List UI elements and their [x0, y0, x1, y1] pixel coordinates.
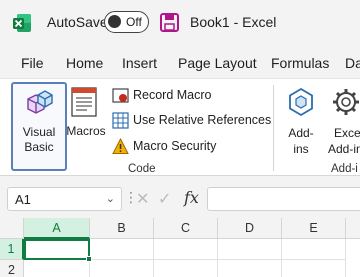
visual-basic-icon	[27, 90, 53, 114]
visual-basic-label-line2: Basic	[24, 140, 54, 154]
cell[interactable]	[154, 239, 218, 260]
toggle-knob	[108, 15, 121, 28]
formula-buttons: ✕ ✓ fx	[131, 187, 205, 211]
column-header-e[interactable]: E	[282, 218, 346, 239]
worksheet-grid: A B C D E 1 2	[0, 218, 360, 277]
macros-label: Macros	[66, 124, 106, 138]
column-header-d[interactable]: D	[218, 218, 282, 239]
autosave-state: Off	[126, 15, 142, 29]
tab-page-layout[interactable]: Page Layout	[178, 55, 257, 71]
record-macro-label: Record Macro	[133, 88, 212, 102]
warning-icon	[112, 138, 129, 154]
ribbon: Visual Basic Macros Record Macro Use Rel…	[0, 78, 360, 176]
name-box-value: A1	[15, 192, 31, 207]
record-macro-icon	[112, 88, 129, 103]
chevron-down-icon[interactable]: ⌄	[106, 192, 115, 205]
cell[interactable]	[218, 260, 282, 277]
cell[interactable]	[282, 239, 346, 260]
cell[interactable]	[154, 260, 218, 277]
excel-add-ins-label-line2: Add-in	[328, 142, 360, 156]
check-icon[interactable]: ✓	[158, 189, 171, 209]
title-bar: AutoSave Off Book1 - Excel	[0, 0, 360, 46]
ribbon-group-divider	[273, 85, 274, 171]
cell[interactable]	[90, 260, 154, 277]
save-icon[interactable]	[160, 13, 179, 32]
macro-security-label: Macro Security	[133, 139, 217, 153]
add-ins-icon	[289, 87, 313, 117]
formula-bar: A1 ⌄ ⋮ ✕ ✓ fx	[0, 177, 360, 218]
name-box[interactable]: A1 ⌄	[7, 187, 122, 211]
visual-basic-button[interactable]: Visual Basic	[11, 82, 67, 171]
excel-add-ins-label-line1: Exce	[334, 126, 360, 140]
cell[interactable]	[90, 239, 154, 260]
tab-home[interactable]: Home	[66, 55, 103, 71]
formula-input[interactable]	[207, 187, 360, 211]
add-ins-button[interactable]: Add- ins	[283, 85, 321, 156]
column-header-a[interactable]: A	[24, 218, 90, 239]
column-header-f[interactable]	[346, 218, 360, 239]
excel-logo-icon	[13, 14, 31, 32]
relative-references-label: Use Relative References	[133, 113, 272, 127]
autosave-label: AutoSave	[47, 14, 108, 30]
column-header-c[interactable]: C	[154, 218, 218, 239]
macros-icon	[71, 87, 97, 117]
code-group-label: Code	[128, 163, 156, 175]
fill-handle[interactable]	[86, 256, 92, 262]
row-header-1[interactable]: 1	[0, 239, 24, 260]
record-macro-button[interactable]: Record Macro	[112, 86, 262, 106]
gear-icon	[333, 89, 359, 115]
select-all-corner[interactable]	[0, 218, 24, 239]
tab-insert[interactable]: Insert	[122, 55, 157, 71]
tab-file[interactable]: File	[21, 55, 44, 71]
relative-references-icon	[112, 112, 129, 129]
insert-function-button[interactable]: fx	[184, 188, 199, 207]
add-ins-label-line2: ins	[293, 142, 309, 156]
cell[interactable]	[282, 260, 346, 277]
column-header-b[interactable]: B	[90, 218, 154, 239]
visual-basic-label-line1: Visual	[22, 125, 56, 139]
excel-add-ins-button[interactable]: Exce Add-in	[326, 85, 360, 156]
cell[interactable]	[218, 239, 282, 260]
document-title: Book1 - Excel	[190, 14, 277, 30]
menu-bar: File Home Insert Page Layout Formulas Da	[0, 46, 360, 78]
row-header-2[interactable]: 2	[0, 260, 24, 277]
cell[interactable]	[24, 260, 90, 277]
tab-data[interactable]: Da	[345, 55, 360, 71]
macros-button[interactable]: Macros	[66, 83, 106, 151]
autosave-toggle[interactable]: Off	[104, 11, 149, 33]
active-cell-a1[interactable]	[24, 239, 92, 262]
tab-formulas[interactable]: Formulas	[271, 55, 329, 71]
add-ins-group-label: Add-i	[331, 163, 358, 175]
add-ins-label-line1: Add-	[288, 126, 314, 140]
cancel-icon[interactable]: ✕	[136, 189, 149, 209]
use-relative-references-button[interactable]: Use Relative References	[112, 111, 271, 131]
macro-security-button[interactable]: Macro Security	[112, 137, 262, 157]
